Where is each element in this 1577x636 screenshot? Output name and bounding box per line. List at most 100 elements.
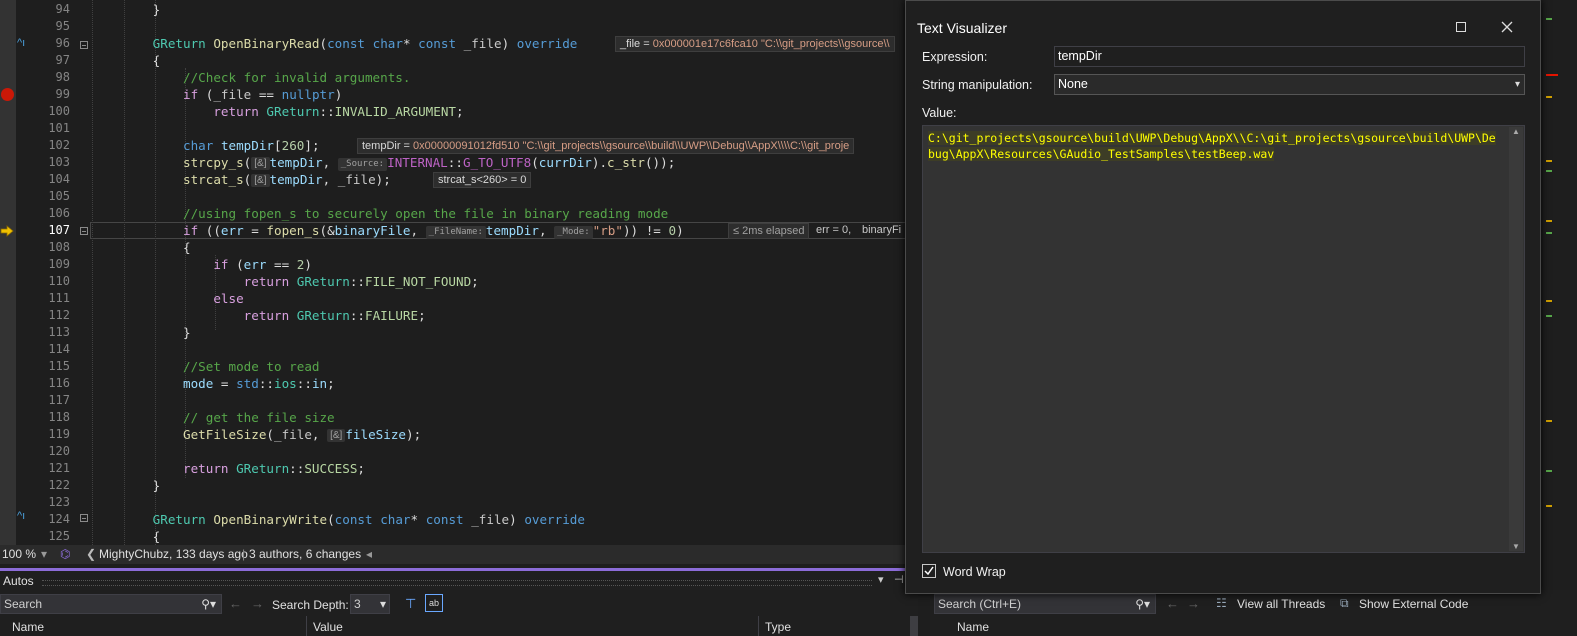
selected-value: None <box>1058 77 1088 91</box>
line-number: 108 <box>48 240 70 254</box>
code-line[interactable]: 101 <box>0 120 905 137</box>
pin-to-source-icon[interactable]: ⊤ <box>405 596 416 612</box>
code-line[interactable]: 99 if (_file == nullptr) <box>0 86 905 103</box>
git-changes-info[interactable]: 3 authors, 6 changes <box>249 545 361 564</box>
view-all-threads-button[interactable]: View all Threads <box>1237 597 1325 611</box>
search-depth-label: Search Depth: <box>272 598 349 612</box>
code-line[interactable]: 120 <box>0 443 905 460</box>
datatip-tempdir[interactable]: tempDir = 0x00000091012fd510 "C:\\git_pr… <box>357 138 855 154</box>
code-text: GReturn OpenBinaryWrite(const char* cons… <box>152 512 585 527</box>
chevron-left-icon[interactable]: ❮ <box>86 545 96 564</box>
depth-value: 3 <box>354 597 361 611</box>
code-line[interactable]: 97 { <box>0 52 905 69</box>
code-text: //using fopen_s to securely open the fil… <box>183 206 669 221</box>
forward-arrow-icon[interactable]: → <box>1187 596 1200 611</box>
inline-value-binaryfile[interactable]: binaryFi <box>858 223 905 237</box>
word-wrap-checkbox[interactable] <box>922 564 936 578</box>
scroll-down-icon[interactable]: ▼ <box>1512 542 1520 551</box>
copilot-icon[interactable]: ⌬ <box>60 545 70 564</box>
code-line[interactable]: 106 //using fopen_s to securely open the… <box>0 205 905 222</box>
editor-scrollbar-map[interactable] <box>1540 0 1577 560</box>
line-number: 116 <box>48 376 70 390</box>
show-external-code-button[interactable]: Show External Code <box>1359 597 1468 611</box>
code-line[interactable]: 113 } <box>0 324 905 341</box>
line-number: 94 <box>55 2 70 16</box>
value-scrollbar[interactable]: ▲ ▼ <box>1509 127 1523 551</box>
threads-search-input[interactable]: Search (Ctrl+E) ⚲▾ <box>934 594 1156 614</box>
code-line[interactable]: 95 <box>0 18 905 35</box>
code-line[interactable]: 124 GReturn OpenBinaryWrite(const char* … <box>0 511 905 528</box>
col-value-header[interactable]: Value <box>313 620 343 634</box>
scroll-up-icon[interactable]: ▲ <box>1512 127 1520 136</box>
code-text: if (_file == nullptr) <box>183 87 343 102</box>
zoom-level[interactable]: 100 % <box>2 545 36 564</box>
maximize-icon[interactable] <box>1456 22 1466 32</box>
panel-grip[interactable] <box>42 580 872 586</box>
inline-value-err[interactable]: err = 0, <box>812 223 855 237</box>
code-line[interactable]: 111 else <box>0 290 905 307</box>
pin-icon[interactable]: ⊣ <box>894 573 904 586</box>
search-depth-select[interactable]: 3 ▾ <box>350 594 390 614</box>
scroll-left-icon[interactable]: ◂ <box>366 545 372 564</box>
code-line[interactable]: 123 <box>0 494 905 511</box>
hex-display-icon[interactable]: ab <box>425 594 443 612</box>
line-number: 109 <box>48 257 70 271</box>
code-text: else <box>213 291 244 306</box>
back-arrow-icon[interactable]: ← <box>229 596 242 611</box>
line-number: 105 <box>48 189 70 203</box>
string-manipulation-select[interactable]: None ▾ <box>1054 74 1525 95</box>
code-line[interactable]: 100 return GReturn::INVALID_ARGUMENT; <box>0 103 905 120</box>
editor-status-strip: 100 % ▾ ⌬ ❮ MightyChubz, 133 days ago | … <box>0 545 906 564</box>
word-wrap-label[interactable]: Word Wrap <box>943 565 1006 579</box>
autos-search-input[interactable]: Search ⚲▾ <box>0 594 222 614</box>
code-text: { <box>92 53 161 68</box>
col-name-header[interactable]: Name <box>957 620 989 634</box>
code-line[interactable]: 108 { <box>0 239 905 256</box>
pin-dropdown-icon[interactable]: ▾ <box>878 573 884 586</box>
code-line[interactable]: 114 <box>0 341 905 358</box>
datatip-name: _file = <box>620 38 653 50</box>
forward-arrow-icon[interactable]: → <box>251 596 264 611</box>
code-text: if ((err = fopen_s(&binaryFile, _FileNam… <box>183 223 684 239</box>
code-line[interactable]: 103 strcpy_s([&] tempDir, _Source: INTERNA… <box>0 154 905 171</box>
panel-accent-bar <box>0 568 918 571</box>
back-arrow-icon[interactable]: ← <box>1166 596 1179 611</box>
search-icon[interactable]: ⚲▾ <box>1135 595 1150 613</box>
chevron-down-icon: ▾ <box>379 597 386 611</box>
code-line[interactable]: 122 } <box>0 477 905 494</box>
datatip-strcat[interactable]: strcat_s<260> = 0 <box>433 172 532 188</box>
code-text: } <box>92 325 191 340</box>
code-line[interactable]: 118 // get the file size <box>0 409 905 426</box>
code-line[interactable]: 109 if (err == 2) <box>0 256 905 273</box>
line-number: 121 <box>48 461 70 475</box>
datatip-file[interactable]: _file = 0x000001e17c6fca10 "C:\\git_proj… <box>615 36 895 52</box>
code-text: mode = std::ios::in; <box>183 376 335 391</box>
expression-field[interactable]: tempDir <box>1054 46 1525 67</box>
line-number: 97 <box>55 53 70 67</box>
line-number: 122 <box>48 478 70 492</box>
git-author-info[interactable]: MightyChubz, 133 days ago <box>99 545 248 564</box>
code-line[interactable]: 116 mode = std::ios::in; <box>0 375 905 392</box>
close-icon[interactable] <box>1501 21 1513 33</box>
col-name-header[interactable]: Name <box>12 620 44 634</box>
code-line[interactable]: 98 //Check for invalid arguments. <box>0 69 905 86</box>
search-icon[interactable]: ⚲▾ <box>201 595 216 613</box>
code-line[interactable]: 94 } <box>0 1 905 18</box>
line-number: 103 <box>48 155 70 169</box>
code-line[interactable]: 105 <box>0 188 905 205</box>
code-line[interactable]: 125 { <box>0 528 905 545</box>
code-line[interactable]: 110 return GReturn::FILE_NOT_FOUND; <box>0 273 905 290</box>
dialog-title: Text Visualizer <box>917 20 1008 36</box>
col-type-header[interactable]: Type <box>765 620 791 634</box>
code-line[interactable]: 115 //Set mode to read <box>0 358 905 375</box>
code-text: return GReturn::SUCCESS; <box>183 461 366 476</box>
autos-scrollbar[interactable] <box>910 616 918 636</box>
code-line[interactable]: 119 GetFileSize(_file, [&] fileSize); <box>0 426 905 443</box>
code-line[interactable]: 121 return GReturn::SUCCESS; <box>0 460 905 477</box>
code-line[interactable]: 112 return GReturn::FAILURE; <box>0 307 905 324</box>
line-number: 118 <box>48 410 70 424</box>
code-line[interactable]: 117 <box>0 392 905 409</box>
value-textbox[interactable]: C:\git_projects\gsource\build\UWP\Debug\… <box>922 125 1525 553</box>
line-number: 100 <box>48 104 70 118</box>
zoom-dropdown-icon[interactable]: ▾ <box>41 545 47 564</box>
